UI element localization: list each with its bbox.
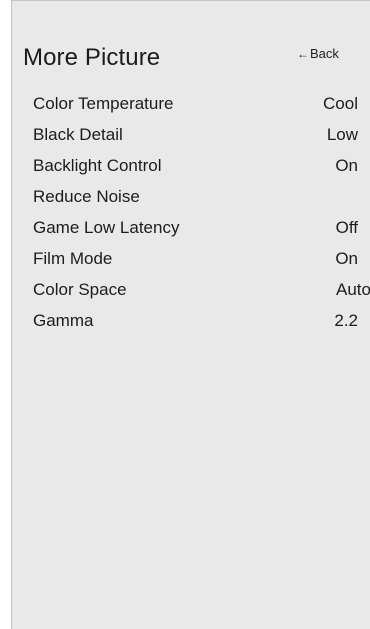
menu-item-gamma[interactable]: Gamma 2.2: [12, 306, 370, 337]
menu-item-label: Backlight Control: [33, 156, 162, 175]
menu-item-value: Low: [326, 125, 358, 144]
menu-item-film-mode[interactable]: Film Mode On: [12, 244, 370, 275]
menu-item-value: Cool: [323, 94, 358, 113]
menu-item-label: Color Temperature: [33, 94, 174, 113]
back-arrow-icon: ←: [297, 47, 309, 61]
menu-item-label: Reduce Noise: [33, 187, 140, 206]
menu-item-label: Gamma: [33, 311, 94, 330]
menu-item-color-space[interactable]: Color Space Auto: [12, 275, 370, 306]
menu-item-backlight-control[interactable]: Backlight Control On: [12, 151, 370, 182]
menu-item-value: On: [335, 249, 358, 268]
menu-item-label: Game Low Latency: [33, 218, 180, 237]
back-label: Back: [310, 46, 339, 61]
back-button[interactable]: ← Back: [297, 46, 339, 62]
menu-item-value: Off: [335, 218, 358, 237]
settings-menu: Color Temperature Cool Black Detail Low …: [12, 89, 370, 337]
menu-item-color-temperature[interactable]: Color Temperature Cool: [12, 89, 370, 120]
menu-item-value: 2.2: [334, 311, 358, 330]
menu-item-value: Auto: [336, 280, 370, 299]
menu-item-reduce-noise[interactable]: Reduce Noise: [12, 182, 370, 213]
menu-item-label: Color Space: [33, 280, 127, 299]
more-picture-panel: More Picture ← Back Color Temperature Co…: [11, 0, 370, 629]
menu-item-label: Film Mode: [33, 249, 113, 268]
page-title: More Picture: [23, 44, 161, 71]
menu-item-black-detail[interactable]: Black Detail Low: [12, 120, 370, 151]
menu-item-game-low-latency[interactable]: Game Low Latency Off: [12, 213, 370, 244]
menu-item-label: Black Detail: [33, 125, 123, 144]
menu-item-value: On: [335, 156, 358, 175]
